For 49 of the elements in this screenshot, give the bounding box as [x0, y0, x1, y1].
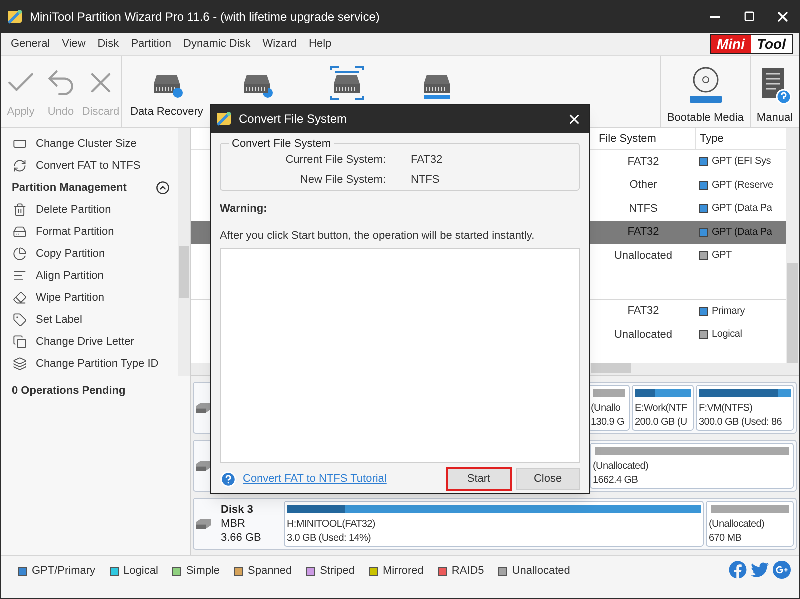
section-title: Partition Management	[12, 180, 127, 196]
table-cell-text: NTFS	[628, 202, 659, 216]
partition-size: 200.0 GB (U	[635, 416, 688, 430]
table-cell-text: GPT (Data Pa	[712, 226, 772, 240]
legend-label: Unallocated	[512, 564, 570, 579]
partition-name: (Unallo	[591, 402, 622, 416]
field-label: New File System:	[299, 172, 386, 188]
table-cell-text: FAT32	[626, 304, 660, 319]
disk-capacity: 3.66 GB	[221, 531, 262, 545]
table-cell-text: Unallocated	[613, 248, 674, 264]
table-cell-text: GPT (EFI Sys	[712, 155, 772, 170]
partition-name: F:VM(NTFS)	[699, 402, 754, 416]
disk-name: Disk 3	[221, 503, 254, 517]
partition-name: (Unallocated)	[593, 460, 650, 474]
dialog-title: Convert File System	[239, 111, 348, 128]
legend-label: Logical	[124, 564, 158, 579]
partition-name: E:Work(NTF	[635, 402, 688, 416]
warning-message: After you click Start button, the operation will be started instantly.	[220, 228, 536, 244]
partition-size: 3.0 GB (Used: 14%)	[287, 532, 372, 546]
table-cell-text: Other	[628, 178, 658, 193]
group-title: Convert File System	[229, 136, 334, 152]
legend-label: Striped	[320, 564, 355, 579]
pending-operations: 0 Operations Pending	[11, 384, 127, 399]
partition-name: H:MINITOOL(FAT32)	[287, 518, 376, 532]
window-title: MiniTool Partition Wizard Pro 11.6 - (with lifetime upgrade service)	[30, 8, 380, 26]
table-cell-text: GPT (Reserve	[712, 178, 774, 193]
table-cell-text: FAT32	[626, 154, 660, 170]
legend-label: Simple	[186, 564, 220, 579]
warning-title: Warning:	[220, 202, 268, 217]
logo: Mini Tool	[710, 34, 793, 54]
partition-name: (Unallocated)	[709, 518, 766, 532]
table-cell-text: FAT32	[626, 225, 660, 240]
table-cell-text: GPT (Data Pa	[712, 202, 772, 216]
legend-label: GPT/Primary	[32, 564, 96, 579]
table-cell-text: Primary	[712, 304, 746, 319]
legend-label: Mirrored	[382, 564, 424, 579]
partition-size: 670 MB	[709, 532, 743, 546]
partition-size: 130.9 G	[591, 416, 626, 430]
legend-label: Spanned	[248, 564, 292, 579]
table-cell-text: Logical	[712, 328, 742, 342]
disk-scheme: MBR	[221, 517, 246, 531]
partition-size: 1662.4 GB	[593, 474, 640, 488]
legend-label: RAID5	[452, 564, 484, 579]
field-value: FAT32	[411, 153, 443, 168]
table-cell-text: GPT	[712, 249, 732, 264]
field-label: Current File System:	[284, 153, 386, 168]
partition-size: 300.0 GB (Used: 86	[699, 416, 783, 430]
field-value: NTFS	[411, 172, 440, 188]
table-cell-text: Unallocated	[613, 328, 674, 342]
